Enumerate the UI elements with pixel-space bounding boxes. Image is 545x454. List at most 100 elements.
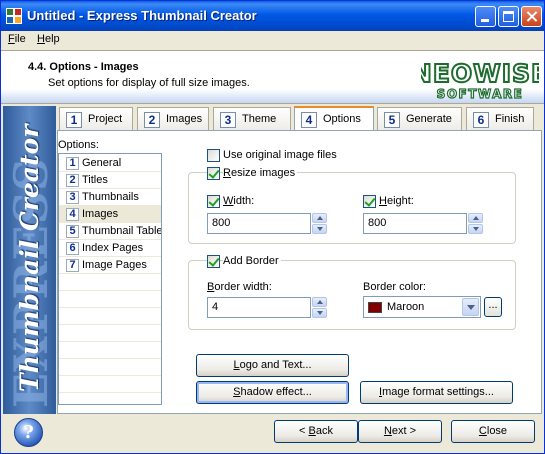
app-window: Untitled - Express Thumbnail Creator Fil… (0, 0, 545, 454)
width-label: Width: (223, 195, 255, 207)
border-color-value: Maroon (387, 301, 425, 313)
menu-help[interactable]: Help (37, 33, 60, 45)
list-item-number: 7 (66, 259, 79, 272)
height-input[interactable]: 800 (363, 213, 467, 234)
height-checkbox[interactable] (363, 195, 376, 208)
page-title: 4.4. Options - Images (28, 61, 139, 73)
help-icon[interactable]: ? (14, 418, 43, 447)
menu-file[interactable]: File (8, 33, 26, 45)
window-title: Untitled - Express Thumbnail Creator (27, 8, 257, 23)
tab-number: 3 (220, 112, 236, 128)
close-button[interactable]: Close (451, 420, 535, 443)
tab-label: Images (166, 113, 203, 125)
list-item-label: Titles (82, 174, 108, 186)
border-color-select[interactable]: Maroon (363, 296, 481, 318)
list-item-label: Image Pages (82, 259, 147, 271)
svg-text:SOFTWARE: SOFTWARE (437, 87, 524, 101)
width-checkbox[interactable] (207, 195, 220, 208)
tab-generate[interactable]: 5 Generate (377, 107, 462, 131)
resize-images-checkbox[interactable] (207, 167, 220, 180)
tab-label: Project (88, 113, 123, 125)
shadow-effect-button[interactable]: Shadow effect... (196, 381, 349, 404)
tab-options[interactable]: 4 Options (294, 106, 374, 132)
border-width-input[interactable]: 4 (207, 297, 311, 318)
tab-project[interactable]: 1 Project (59, 107, 133, 131)
neowise-logo: NEOWISE SOFTWARE (421, 58, 539, 101)
minimize-button[interactable] (475, 6, 496, 27)
list-empty-row (59, 308, 161, 325)
list-item-label: General (82, 157, 122, 169)
image-format-settings-button[interactable]: Image format settings... (360, 381, 513, 404)
tab-label: Theme (242, 113, 277, 125)
width-input[interactable]: 800 (207, 213, 311, 234)
tab-theme[interactable]: 3 Theme (213, 107, 291, 131)
tab-number: 6 (473, 112, 489, 128)
tab-number: 2 (144, 112, 160, 128)
title-bar[interactable]: Untitled - Express Thumbnail Creator (1, 1, 544, 31)
product-banner: EXPRESS Thumbnail Creator (3, 106, 56, 414)
list-empty-row (59, 359, 161, 376)
list-item-image-pages[interactable]: 7 Image Pages (59, 257, 161, 274)
list-item-images[interactable]: 4 Images (59, 206, 161, 223)
resize-images-label: Resize images (223, 167, 298, 179)
close-window-button[interactable] (521, 6, 542, 27)
list-empty-row (59, 291, 161, 308)
border-color-label: Border color: (363, 281, 426, 293)
list-item-label: Index Pages (82, 242, 144, 254)
list-item-number: 5 (66, 225, 79, 238)
options-list[interactable]: 1 General 2 Titles 3 Thumbnails 4 Images… (58, 153, 162, 405)
page-header: 4.4. Options - Images Set options for di… (1, 50, 544, 104)
list-item-number: 6 (66, 242, 79, 255)
list-empty-row (59, 342, 161, 359)
banner-product-text: Thumbnail Creator (15, 124, 44, 392)
page-subtitle: Set options for display of full size ima… (48, 77, 250, 89)
tab-number: 5 (384, 112, 400, 128)
menu-file-accel: F (8, 33, 15, 45)
menu-bar: File Help (1, 31, 544, 49)
list-item-index-pages[interactable]: 6 Index Pages (59, 240, 161, 257)
logo-and-text-button[interactable]: Logo and Text... (196, 354, 349, 377)
border-width-label: Border width: (207, 281, 272, 293)
next-button[interactable]: Next > (358, 420, 442, 443)
list-item-label: Thumbnails (82, 191, 139, 203)
app-icon (6, 8, 22, 24)
wizard-tabs: 1 Project 2 Images 3 Theme 4 Options 5 G… (57, 106, 544, 132)
svg-text:NEOWISE: NEOWISE (421, 59, 539, 88)
list-item-titles[interactable]: 2 Titles (59, 172, 161, 189)
tab-number: 1 (66, 112, 82, 128)
menu-help-label: elp (44, 33, 60, 45)
border-width-spinner[interactable] (312, 297, 327, 318)
maximize-button[interactable] (498, 6, 519, 27)
list-item-label: Images (82, 208, 119, 220)
list-item-label: Thumbnail Table (82, 225, 162, 237)
back-button[interactable]: < Back (274, 420, 358, 443)
add-border-checkbox[interactable] (207, 255, 220, 268)
list-item-number: 3 (66, 191, 79, 204)
use-original-label: Use original image files (223, 149, 337, 161)
list-item-number: 1 (66, 157, 79, 170)
list-item-thumbnail-table[interactable]: 5 Thumbnail Table (59, 223, 161, 240)
width-spinner[interactable] (312, 213, 327, 234)
tab-images[interactable]: 2 Images (137, 107, 209, 131)
tab-label: Generate (406, 113, 452, 125)
height-label: Height: (379, 195, 414, 207)
tab-finish[interactable]: 6 Finish (466, 107, 534, 131)
height-spinner[interactable] (468, 213, 483, 234)
chevron-down-icon[interactable] (462, 298, 479, 316)
list-item-general[interactable]: 1 General (59, 155, 161, 172)
list-empty-row (59, 376, 161, 393)
border-color-browse-button[interactable]: ... (484, 297, 502, 317)
list-empty-row (59, 274, 161, 291)
list-item-thumbnails[interactable]: 3 Thumbnails (59, 189, 161, 206)
menu-help-accel: H (37, 33, 45, 45)
menu-file-label: ile (14, 33, 26, 45)
tab-label: Options (323, 113, 361, 125)
list-item-number: 4 (66, 208, 79, 221)
tab-number: 4 (301, 112, 317, 128)
use-original-checkbox[interactable] (207, 149, 220, 162)
tab-label: Finish (495, 113, 525, 125)
add-border-label: Add Border (223, 255, 281, 267)
options-caption: Options: (58, 139, 99, 151)
color-swatch (368, 302, 382, 313)
list-empty-row (59, 325, 161, 342)
